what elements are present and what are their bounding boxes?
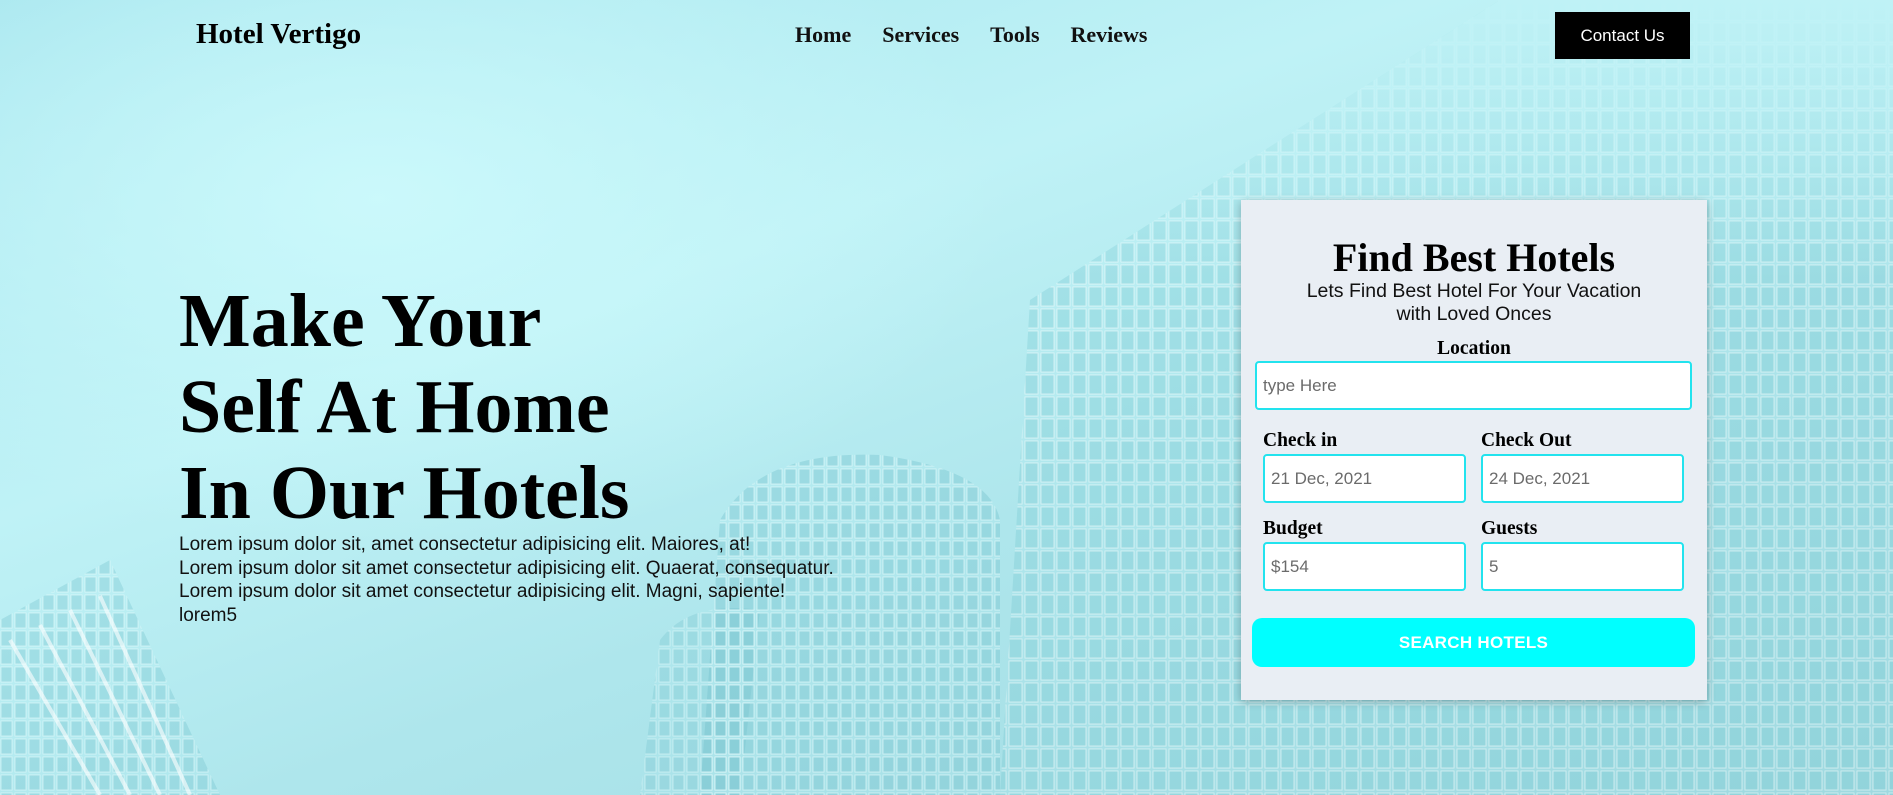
search-card-subtitle: Lets Find Best Hotel For Your Vacation w…: [1301, 280, 1647, 326]
brand-logo[interactable]: Hotel Vertigo: [196, 18, 361, 51]
subtitle-line: Lets Find Best Hotel For Your Vacation: [1306, 280, 1642, 302]
headline-line-2: Self At Home: [179, 365, 610, 449]
guests-label: Guests: [1481, 518, 1538, 539]
check-in-label: Check in: [1263, 430, 1338, 451]
headline-line-3: In Our Hotels: [179, 451, 630, 535]
nav-link-tools[interactable]: Tools: [990, 22, 1039, 48]
contact-us-button[interactable]: Contact Us: [1555, 12, 1690, 59]
budget-input[interactable]: [1263, 542, 1466, 591]
check-in-input[interactable]: [1263, 454, 1466, 503]
description-line: lorem5: [179, 604, 238, 626]
nav-link-home[interactable]: Home: [795, 22, 851, 48]
nav-link-services[interactable]: Services: [882, 22, 959, 48]
top-navbar: Hotel Vertigo Home Services Tools Review…: [0, 0, 1893, 72]
hero-headline: Make Your Self At Home In Our Hotels: [179, 278, 629, 536]
hero-description: Lorem ipsum dolor sit, amet consectetur …: [179, 533, 834, 627]
subtitle-line: with Loved Onces: [1396, 303, 1552, 325]
location-input[interactable]: [1255, 361, 1692, 410]
nav-links: Home Services Tools Reviews: [795, 22, 1147, 48]
headline-line-1: Make Your: [179, 279, 542, 363]
description-line: Lorem ipsum dolor sit, amet consectetur …: [179, 534, 751, 555]
description-line: Lorem ipsum dolor sit amet consectetur a…: [179, 557, 834, 579]
nav-link-reviews[interactable]: Reviews: [1071, 22, 1148, 48]
guests-input[interactable]: [1481, 542, 1684, 591]
check-out-input[interactable]: [1481, 454, 1684, 503]
check-out-label: Check Out: [1481, 430, 1572, 451]
search-hotels-button[interactable]: SEARCH HOTELS: [1252, 618, 1695, 667]
location-label: Location: [1437, 338, 1511, 359]
description-line: Lorem ipsum dolor sit amet consectetur a…: [179, 581, 786, 602]
search-card-title: Find Best Hotels: [1332, 235, 1616, 280]
hotel-search-card: Find Best Hotels Lets Find Best Hotel Fo…: [1241, 200, 1707, 700]
budget-label: Budget: [1263, 518, 1323, 539]
